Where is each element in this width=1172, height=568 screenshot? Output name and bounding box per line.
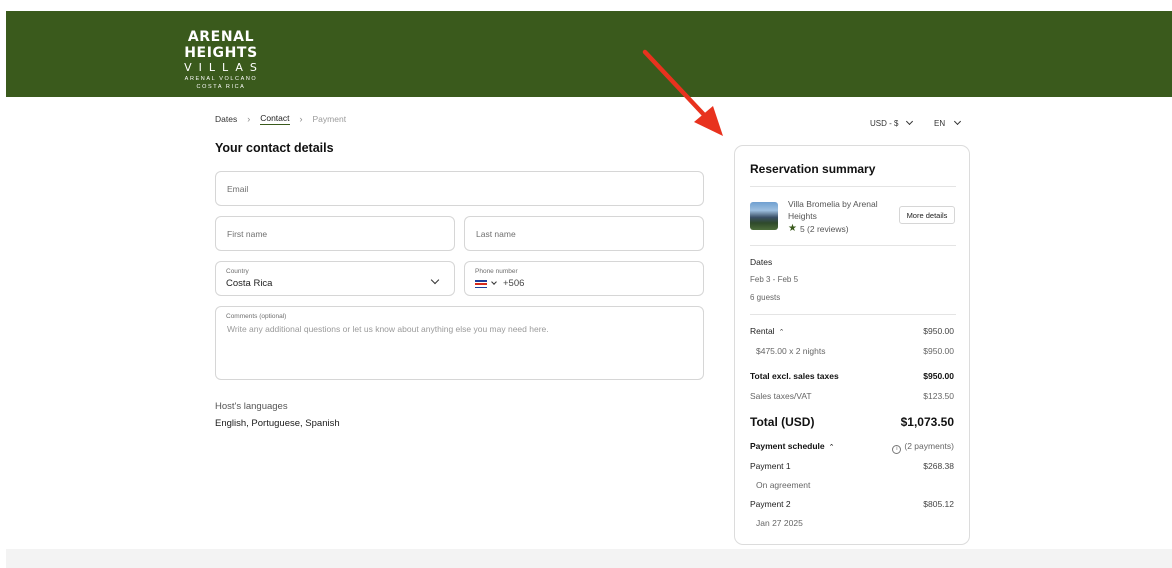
first-name-field[interactable]: First name: [215, 216, 455, 251]
rental-amount: $950.00: [923, 326, 954, 336]
email-field[interactable]: Email: [215, 171, 704, 206]
total-excl-taxes-amount: $950.00: [923, 371, 954, 381]
last-name-field[interactable]: Last name: [464, 216, 704, 251]
breadcrumb-step-payment: Payment: [312, 114, 347, 124]
nightly-amount: $950.00: [923, 346, 954, 356]
breadcrumb: Dates › Contact › Payment: [215, 113, 346, 125]
property-name: Villa Bromelia by Arenal Heights: [788, 199, 878, 221]
payment-2-amount: $805.12: [923, 499, 954, 509]
rental-toggle[interactable]: Rental ⌃: [750, 326, 784, 336]
page-title: Your contact details: [215, 141, 334, 155]
divider: [750, 186, 956, 187]
chevron-down-icon: [954, 117, 962, 126]
star-icon: ★: [788, 223, 797, 234]
comments-textarea[interactable]: Comments (optional) Write any additional…: [215, 306, 704, 380]
property-rating: ★ 5 (2 reviews): [788, 223, 849, 234]
sales-taxes-amount: $123.50: [923, 391, 954, 401]
guest-count: 6 guests: [750, 293, 781, 302]
payment-1-amount: $268.38: [923, 461, 954, 471]
brand-logo[interactable]: ARENAL HEIGHTS VILLAS ARENAL VOLCANO COS…: [150, 29, 292, 91]
property-thumbnail: [750, 202, 778, 230]
total-label: Total (USD): [750, 415, 815, 429]
host-languages-value: English, Portuguese, Spanish: [215, 418, 340, 429]
language-select[interactable]: EN: [934, 117, 962, 128]
payment-1-label: Payment 1: [750, 461, 791, 471]
last-name-placeholder: Last name: [476, 229, 516, 239]
payment-schedule-label: Payment schedule: [750, 441, 825, 451]
comments-label: Comments (optional): [226, 313, 287, 320]
site-header: ARENAL HEIGHTS VILLAS ARENAL VOLCANO COS…: [6, 11, 1172, 97]
host-languages-label: Host's languages: [215, 401, 288, 412]
page-footer: [6, 549, 1172, 568]
breadcrumb-step-contact[interactable]: Contact: [260, 113, 290, 125]
first-name-placeholder: First name: [227, 229, 268, 239]
dates-label: Dates: [750, 257, 773, 267]
country-label: Country: [226, 268, 249, 275]
reservation-summary: Reservation summary Villa Bromelia by Ar…: [734, 145, 970, 545]
rental-label: Rental: [750, 326, 775, 336]
nightly-rate: $475.00 x 2 nights: [756, 346, 826, 356]
payment-2-when: Jan 27 2025: [756, 518, 803, 528]
chevron-up-icon: ⌃: [778, 329, 785, 336]
language-value: EN: [934, 119, 946, 128]
more-details-button[interactable]: More details: [899, 206, 955, 224]
email-placeholder: Email: [227, 184, 249, 194]
chevron-down-icon[interactable]: [491, 279, 497, 285]
divider: [750, 245, 956, 246]
info-icon[interactable]: i: [892, 445, 902, 454]
costa-rica-flag-icon[interactable]: [475, 280, 487, 288]
summary-title: Reservation summary: [750, 162, 876, 176]
breadcrumb-step-dates[interactable]: Dates: [215, 114, 237, 124]
divider: [750, 314, 956, 315]
payment-2-label: Payment 2: [750, 499, 791, 509]
total-excl-taxes-label: Total excl. sales taxes: [750, 371, 839, 381]
rating-text: 5 (2 reviews): [799, 223, 849, 234]
brand-name-line2: VILLAS: [184, 61, 264, 74]
chevron-down-icon: [905, 117, 913, 126]
currency-select[interactable]: USD - $: [870, 117, 913, 128]
chevron-up-icon: ⌃: [828, 444, 835, 451]
phone-country-code: +506: [503, 278, 525, 289]
currency-value: USD - $: [870, 119, 899, 128]
phone-field[interactable]: Phone number +506: [464, 261, 704, 296]
total-amount: $1,073.50: [900, 415, 954, 429]
country-select[interactable]: Country Costa Rica: [215, 261, 455, 296]
country-value: Costa Rica: [226, 278, 273, 289]
chevron-down-icon: [430, 275, 440, 285]
sales-taxes-label: Sales taxes/VAT: [750, 391, 812, 401]
comments-placeholder: Write any additional questions or let us…: [227, 324, 549, 334]
phone-label: Phone number: [475, 268, 518, 275]
payment-count-text: (2 payments): [904, 441, 954, 451]
breadcrumb-separator-icon: ›: [247, 114, 251, 124]
payment-1-when: On agreement: [756, 480, 811, 490]
payment-count: i (2 payments): [892, 441, 954, 454]
date-range: Feb 3 - Feb 5: [750, 275, 799, 284]
brand-name-line1: ARENAL HEIGHTS: [184, 29, 258, 61]
brand-tagline-line2: COSTA RICA: [196, 84, 246, 90]
payment-schedule-toggle[interactable]: Payment schedule ⌃: [750, 441, 835, 451]
brand-tagline-line1: ARENAL VOLCANO: [184, 76, 258, 82]
breadcrumb-separator-icon: ›: [299, 114, 303, 124]
